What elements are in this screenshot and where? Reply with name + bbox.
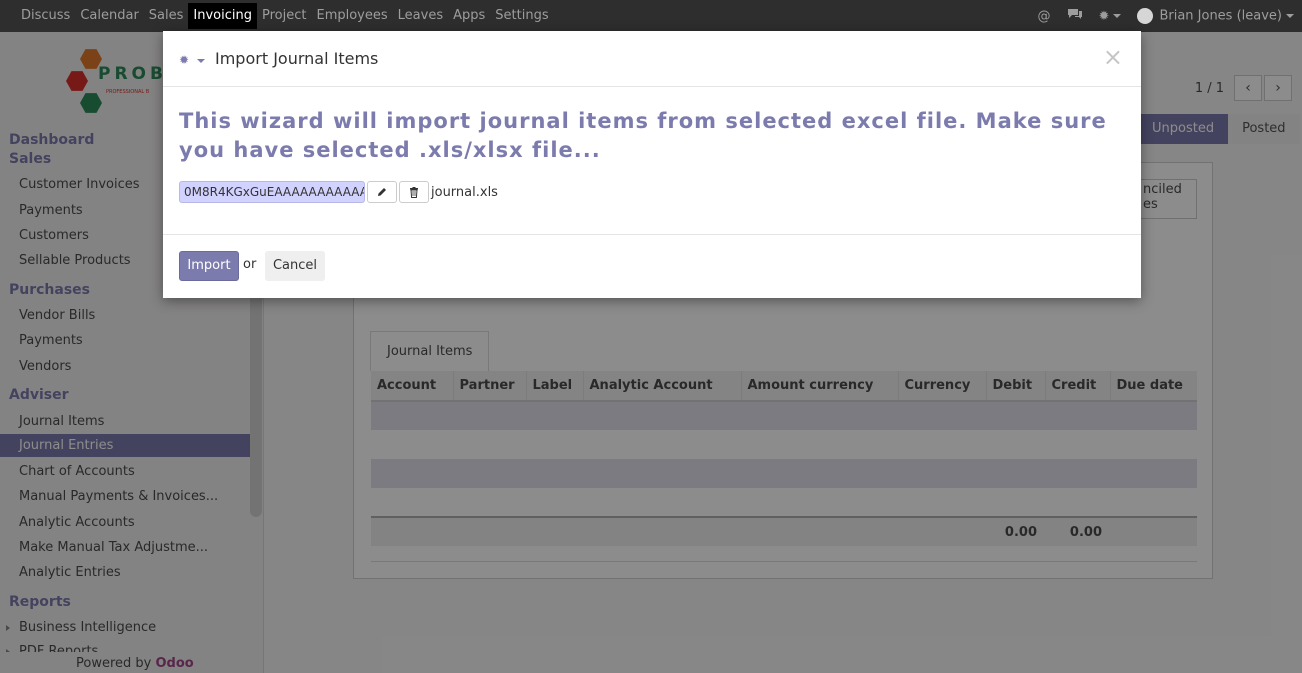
menu-apps[interactable]: Apps [448,0,490,32]
menu-project[interactable]: Project [257,0,311,32]
debug-bug-icon[interactable]: ✹ [1099,9,1122,24]
file-data-field[interactable]: 0M8R4KGxGuEAAAAAAAAAAAAAAAAAAAAA [179,181,365,203]
dialog-body: This wizard will import journal items fr… [163,87,1141,235]
user-name: Brian Jones (leave) [1159,8,1282,24]
dialog-header: ✹ Import Journal Items × [163,31,1141,87]
pencil-icon [378,188,386,196]
clear-file-button[interactable] [399,181,429,203]
menu-invoicing[interactable]: Invoicing [188,3,257,29]
menu-settings[interactable]: Settings [490,0,553,32]
menu-calendar[interactable]: Calendar [75,0,143,32]
debug-bug-icon[interactable]: ✹ [179,53,205,67]
mention-icon[interactable]: @ [1038,9,1051,24]
close-icon[interactable]: × [1103,43,1123,71]
menu-discuss[interactable]: Discuss [16,0,75,32]
import-journal-items-dialog: ✹ Import Journal Items × This wizard wil… [163,31,1141,298]
menu-leaves[interactable]: Leaves [393,0,448,32]
menu-sales[interactable]: Sales [144,0,189,32]
avatar [1137,8,1154,24]
chat-icon[interactable] [1067,7,1083,25]
file-name: journal.xls [431,184,498,200]
file-upload-field: 0M8R4KGxGuEAAAAAAAAAAAAAAAAAAAAA journal… [179,181,498,203]
trash-icon [410,186,418,198]
user-menu[interactable]: Brian Jones (leave) [1137,8,1294,24]
top-menu-bar: Discuss Calendar Sales Invoicing Project… [0,0,1302,32]
import-button[interactable]: Import [179,251,239,281]
dialog-footer: Import or Cancel [163,235,1141,297]
edit-file-button[interactable] [367,181,397,203]
wizard-message: This wizard will import journal items fr… [179,109,1107,162]
dialog-title: Import Journal Items [215,49,379,68]
or-text: or [243,257,257,272]
menu-employees[interactable]: Employees [311,0,392,32]
cancel-button[interactable]: Cancel [265,251,325,281]
